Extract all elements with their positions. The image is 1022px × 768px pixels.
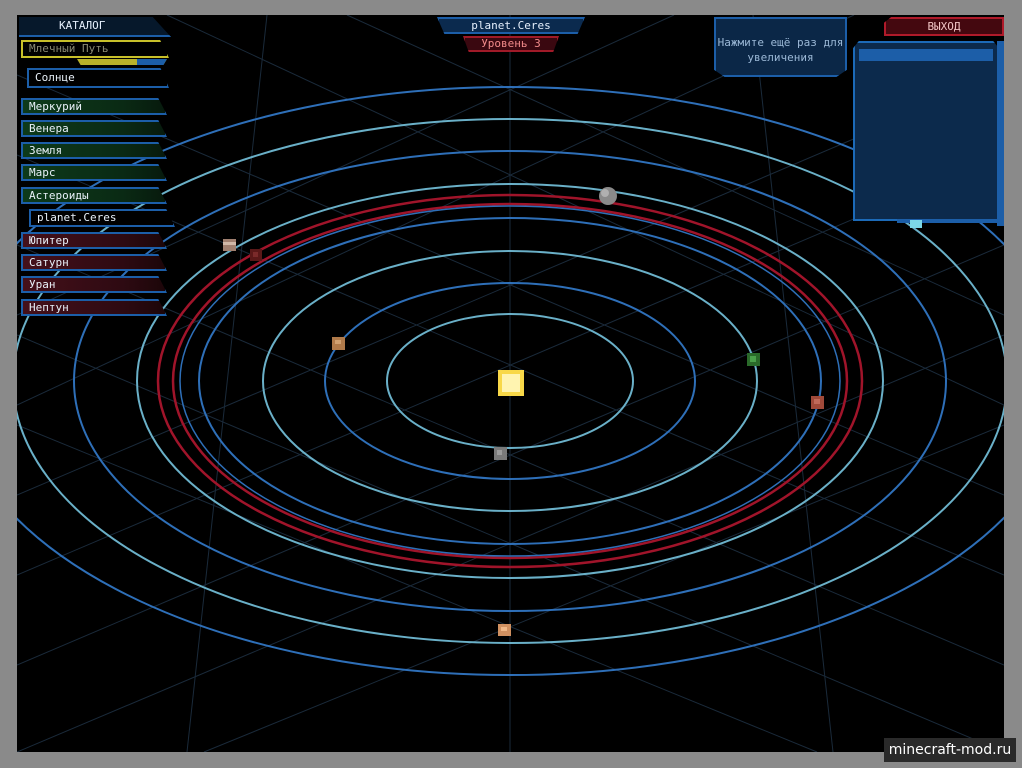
sidebar-item-saturn[interactable]: Сатурн — [21, 254, 167, 271]
ceres-planet-icon[interactable] — [599, 187, 617, 205]
selected-body-title: planet.Ceres — [437, 17, 585, 34]
sidebar-item-mars[interactable]: Марс — [21, 164, 167, 181]
info-panel-header-bar — [859, 49, 993, 61]
info-panel — [853, 41, 999, 221]
sidebar-item-earth[interactable]: Земля — [21, 142, 167, 159]
catalog-header: КАТАЛОГ — [19, 17, 171, 37]
saturn-planet-icon[interactable] — [223, 239, 236, 251]
sidebar-item-neptune[interactable]: Нептун — [21, 299, 167, 316]
panel-indicator — [910, 220, 922, 228]
sun-icon[interactable] — [498, 370, 524, 396]
zoom-hint: Нажмите ещё раз для увеличения — [714, 17, 847, 77]
jupiter-planet-icon[interactable] — [250, 249, 262, 261]
galaxy-button[interactable]: Млечный Путь — [21, 40, 169, 58]
sidebar-item-jupiter[interactable]: Юпитер — [21, 232, 167, 249]
panel-edge-right — [997, 41, 1004, 226]
galaxy-underline — [77, 59, 167, 65]
uranus-planet-icon[interactable] — [498, 624, 511, 636]
watermark: minecraft-mod.ru — [884, 738, 1016, 762]
zoom-level-badge: Уровень 3 — [463, 36, 559, 52]
sidebar-item-ceres[interactable]: planet.Ceres — [29, 209, 175, 227]
star-button[interactable]: Солнце — [27, 68, 169, 88]
exit-button[interactable]: ВЫХОД — [884, 17, 1004, 36]
mercury-planet-icon[interactable] — [494, 447, 507, 460]
sidebar-item-mercury[interactable]: Меркурий — [21, 98, 167, 115]
sidebar-item-venus[interactable]: Венера — [21, 120, 167, 137]
sidebar-item-uranus[interactable]: Уран — [21, 276, 167, 293]
venus-planet-icon[interactable] — [332, 337, 345, 350]
mars-planet-icon[interactable] — [811, 396, 824, 409]
sidebar-item-asteroids[interactable]: Астероиды — [21, 187, 167, 204]
earth-planet-icon[interactable] — [747, 353, 760, 366]
game-screen: КАТАЛОГ Млечный Путь Солнце Меркурий Вен… — [17, 15, 1004, 752]
